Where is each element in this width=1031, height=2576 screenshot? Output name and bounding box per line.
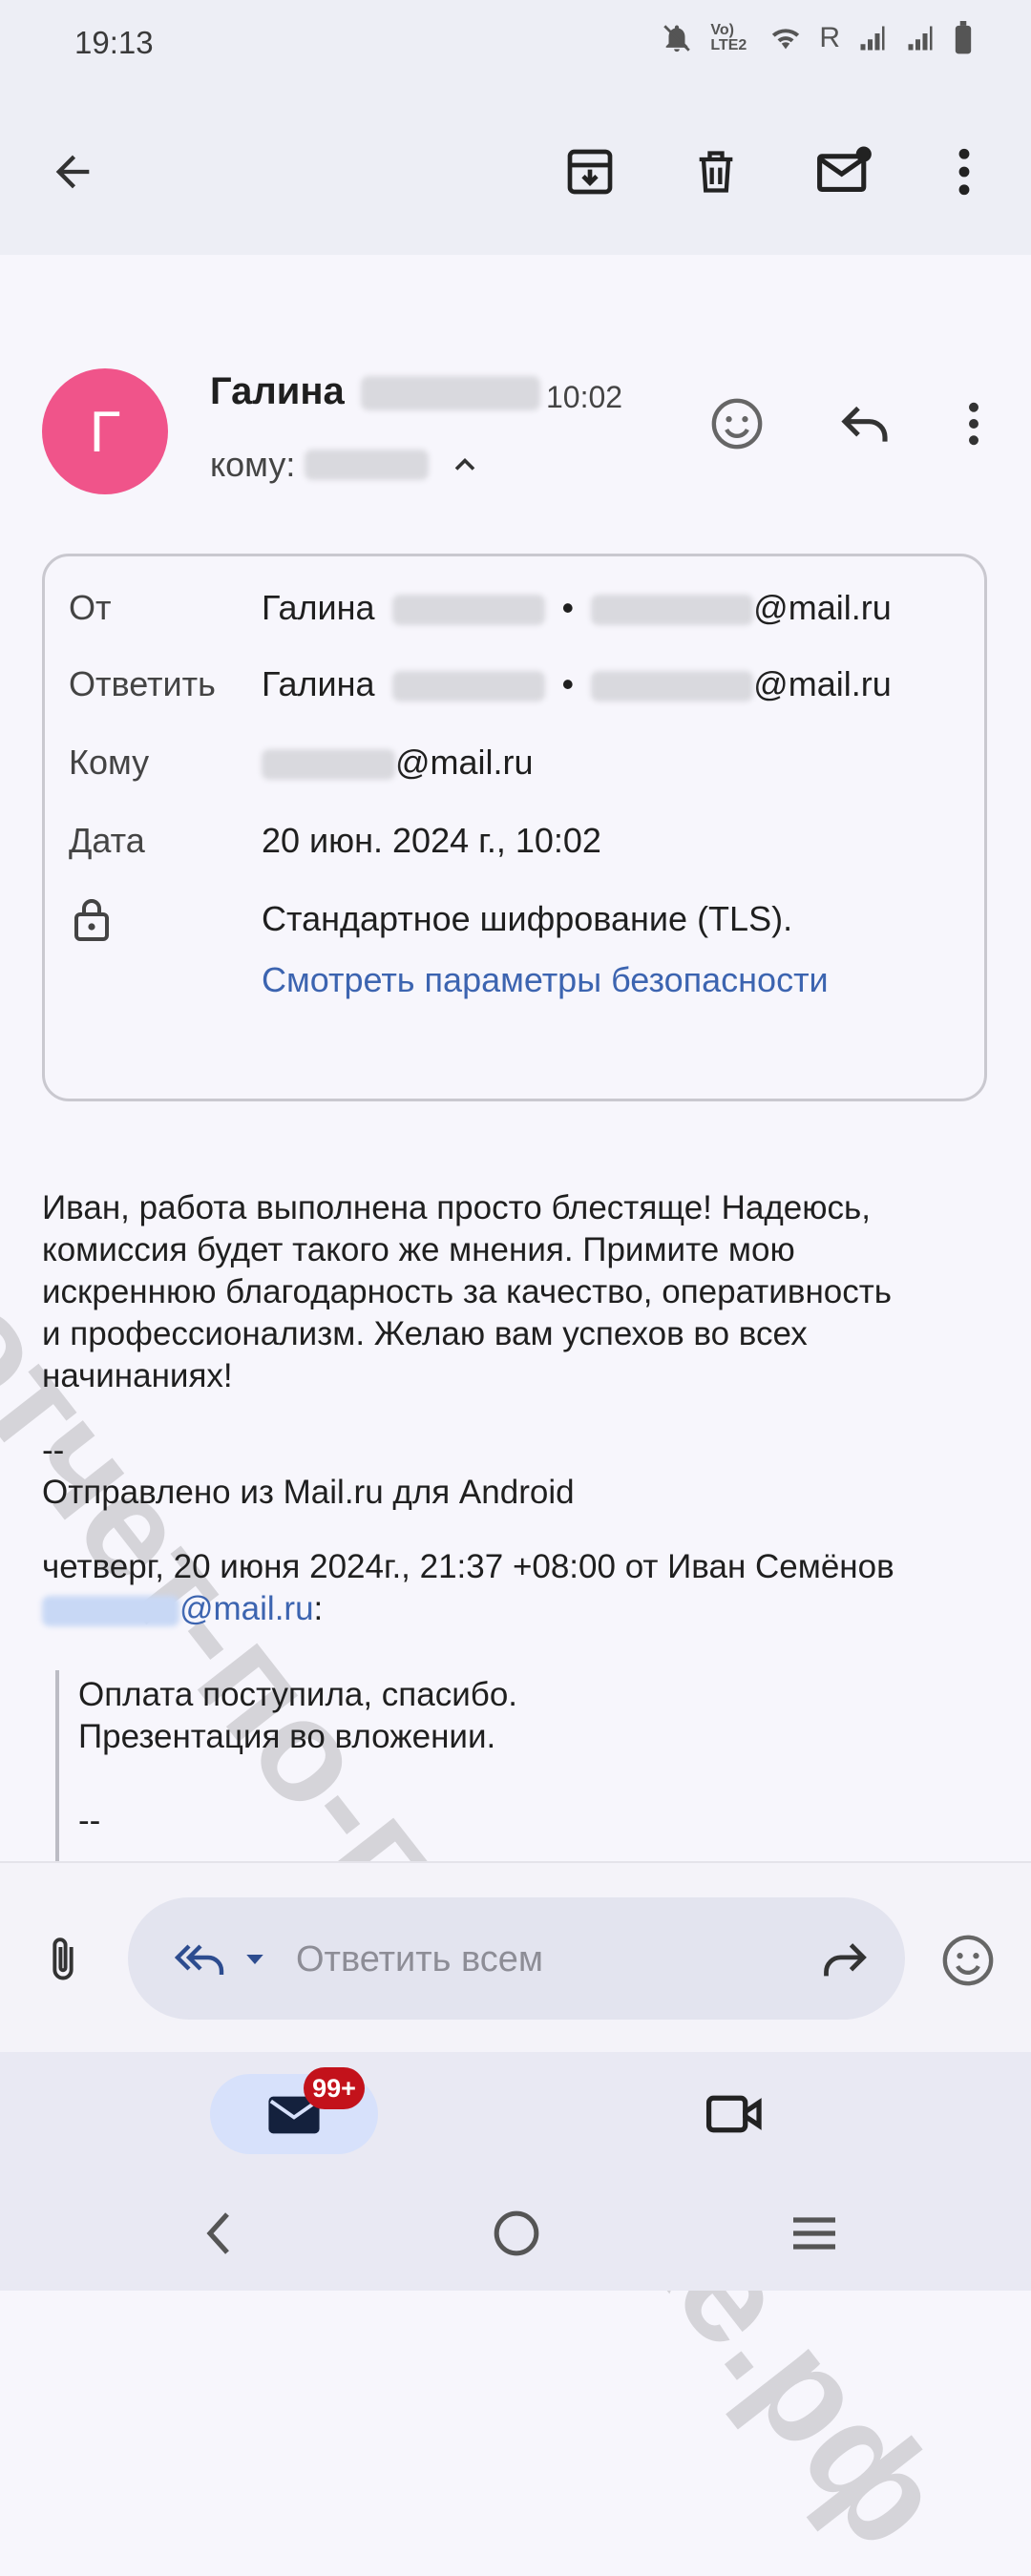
forward-button[interactable] xyxy=(811,1926,878,1993)
sender-first-name: Галина xyxy=(210,370,345,412)
system-back-button[interactable] xyxy=(187,2203,248,2264)
dropdown-icon xyxy=(246,1955,263,1964)
attach-button[interactable] xyxy=(34,1926,92,1993)
reply-to-email-suffix: @mail.ru xyxy=(753,664,892,703)
signal-icon xyxy=(908,26,933,51)
attach-icon xyxy=(53,1937,74,1980)
signal-icon xyxy=(860,26,885,51)
to-field-label: Кому xyxy=(69,743,150,782)
redacted-surname xyxy=(360,376,540,411)
nav-back-icon xyxy=(206,2212,229,2254)
reply-all-icon xyxy=(174,1944,224,1975)
quote-header: четверг, 20 июня 2024г., 21:37 +08:00 от… xyxy=(42,1548,894,1585)
delete-button[interactable] xyxy=(678,134,754,210)
add-reaction-button[interactable] xyxy=(703,389,771,458)
quote-line: Оплата поступила, спасибо. xyxy=(78,1676,518,1713)
from-label: От xyxy=(69,588,112,627)
mark-unread-icon xyxy=(817,146,872,192)
redacted-email xyxy=(591,595,754,626)
reply-button[interactable] xyxy=(829,389,901,458)
wifi-icon xyxy=(772,29,800,50)
quote-dashes: -- xyxy=(78,1802,101,1839)
quote-email-line: @mail.ru: xyxy=(42,1588,997,1630)
archive-icon xyxy=(567,149,613,195)
nav-home-icon xyxy=(494,2210,539,2256)
emoji-icon xyxy=(942,1935,994,1986)
forward-icon xyxy=(824,1943,867,1977)
reply-mode-button[interactable] xyxy=(158,1926,283,1993)
video-icon xyxy=(705,2095,762,2133)
redacted-email xyxy=(262,749,395,781)
volte-icon: Vo) LTE2 xyxy=(710,22,747,53)
mark-unread-button[interactable] xyxy=(804,134,884,210)
quote-email-colon: : xyxy=(313,1590,324,1627)
security-details-link[interactable]: Смотреть параметры безопасности xyxy=(262,960,829,1000)
chevron-up-icon xyxy=(455,457,475,471)
body-line: искреннюю благодарность за качество, опе… xyxy=(42,1273,893,1310)
encryption-text: Стандартное шифрование (TLS). xyxy=(262,899,793,938)
redacted-surname xyxy=(391,671,545,702)
bottom-navigation xyxy=(0,2052,1031,2176)
from-email-suffix: @mail.ru xyxy=(753,588,892,627)
date-value: 20 июн. 2024 г., 10:02 xyxy=(262,821,601,860)
more-options-button[interactable] xyxy=(936,134,993,210)
message-time: 10:02 xyxy=(546,380,623,414)
nav-recents-icon xyxy=(793,2217,835,2250)
back-arrow-icon xyxy=(55,155,90,189)
system-recents-button[interactable] xyxy=(781,2203,848,2264)
more-vert-icon xyxy=(958,148,970,196)
from-value: Галина • @mail.ru xyxy=(262,588,892,628)
redacted-email xyxy=(591,671,754,702)
message-more-button[interactable] xyxy=(945,389,1002,458)
quote-email-link[interactable]: @mail.ru xyxy=(179,1590,314,1627)
recipient-summary[interactable]: кому: xyxy=(210,445,482,485)
emoji-add-icon xyxy=(711,398,763,450)
signature-text: Отправлено из Mail.ru для Android xyxy=(42,1474,575,1511)
to-email-suffix: @mail.ru xyxy=(395,743,534,782)
bell-off-icon xyxy=(663,25,691,52)
status-time: 19:13 xyxy=(74,25,154,60)
system-home-button[interactable] xyxy=(483,2203,550,2264)
separator-dot: • xyxy=(561,664,575,703)
roaming-indicator: R xyxy=(819,22,840,53)
to-field-value: @mail.ru xyxy=(262,743,534,783)
date-label: Дата xyxy=(69,821,145,860)
emoji-button[interactable] xyxy=(934,1926,1002,1995)
body-line: начинаниях! xyxy=(42,1357,233,1394)
quote-line: Презентация во вложении. xyxy=(78,1718,496,1755)
redacted-recipient xyxy=(305,450,430,480)
body-line: комиссия будет такого же мнения. Примите… xyxy=(42,1231,795,1268)
message-body: Иван, работа выполнена просто блестяще! … xyxy=(42,1187,997,1397)
lock-icon xyxy=(73,895,111,946)
quote-bar xyxy=(55,1670,59,1861)
trash-icon xyxy=(699,151,733,193)
reply-icon xyxy=(841,406,888,442)
signature-dashes: -- xyxy=(42,1432,65,1469)
reply-placeholder: Ответить всем xyxy=(296,1939,544,1979)
redacted-surname xyxy=(391,595,545,626)
body-line: и профессионализм. Желаю вам успехов во … xyxy=(42,1315,808,1352)
battery-icon xyxy=(955,21,972,54)
separator-dot: • xyxy=(561,588,575,627)
nav-meet-tab[interactable] xyxy=(697,2081,773,2147)
from-name: Галина xyxy=(262,588,375,627)
sender-avatar[interactable]: Г xyxy=(42,368,168,494)
sender-name[interactable]: Галина xyxy=(210,370,540,413)
more-vert-icon xyxy=(969,402,978,446)
body-line: Иван, работа выполнена просто блестяще! … xyxy=(42,1189,871,1226)
archive-button[interactable] xyxy=(552,134,628,210)
reply-to-label: Ответить xyxy=(69,664,216,703)
redacted-email xyxy=(42,1595,179,1626)
back-button[interactable] xyxy=(38,134,107,210)
status-icons: Vo) LTE2 R xyxy=(661,21,974,55)
to-label: кому: xyxy=(210,445,296,484)
reply-to-name: Галина xyxy=(262,664,375,703)
reply-to-value: Галина • @mail.ru xyxy=(262,664,892,704)
unread-badge: 99+ xyxy=(304,2067,365,2109)
